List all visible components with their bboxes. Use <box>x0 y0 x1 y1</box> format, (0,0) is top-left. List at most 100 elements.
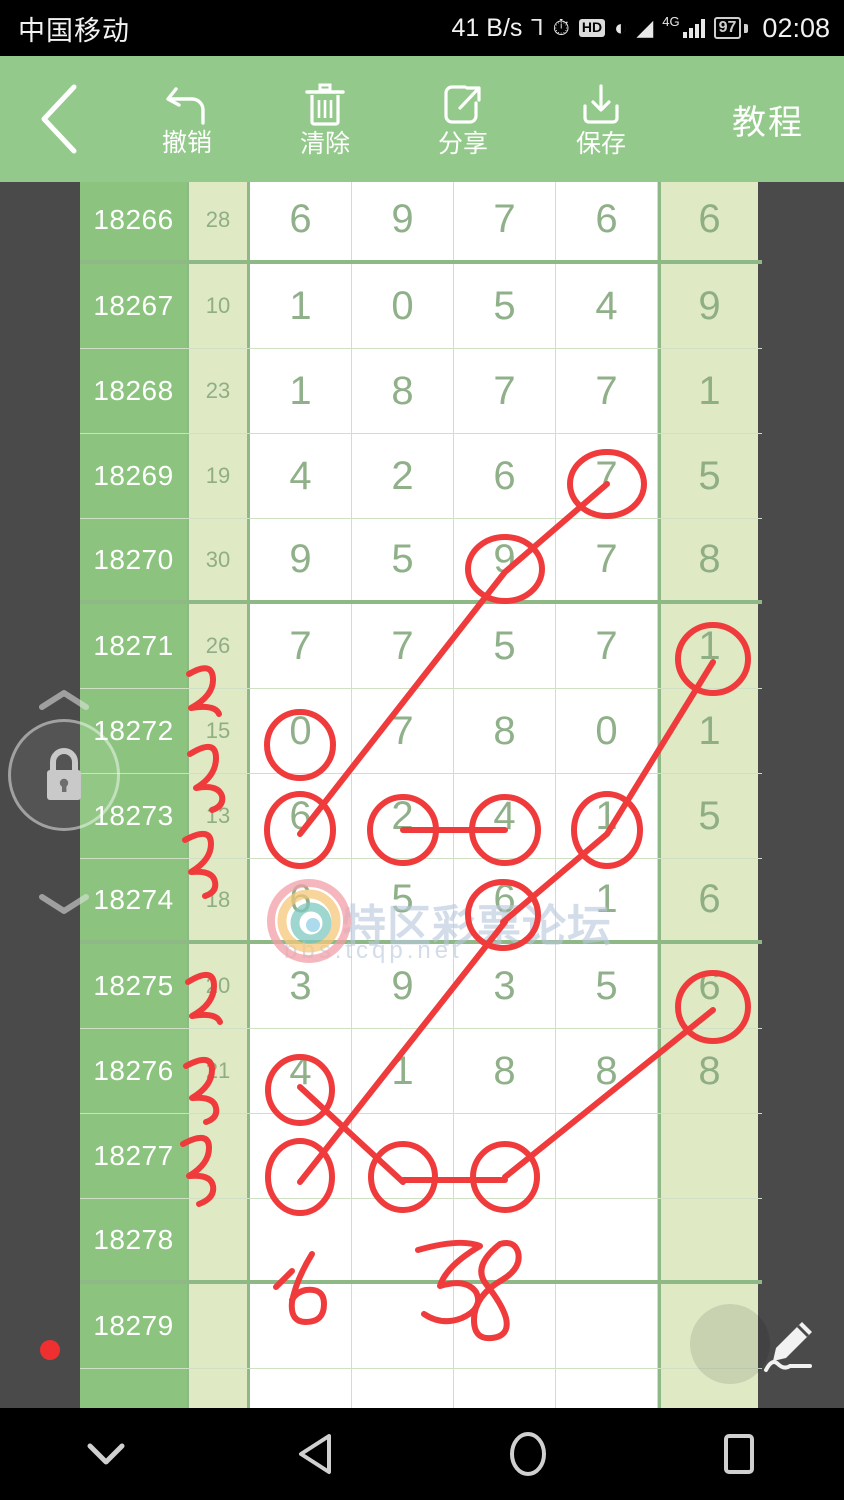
chevron-left-icon <box>41 84 77 154</box>
share-label: 分享 <box>437 129 488 158</box>
home-button-nav[interactable] <box>422 1408 633 1500</box>
back-button-nav[interactable] <box>211 1408 422 1500</box>
cell-digit-4 <box>556 1114 658 1198</box>
cell-digit-2 <box>352 1199 454 1280</box>
cell-issue: 18270 <box>80 519 187 600</box>
table-row[interactable]: 18266 28 6 9 7 6 6 <box>80 182 762 264</box>
home-circle-icon <box>509 1432 546 1476</box>
back-button[interactable] <box>0 56 118 182</box>
cell-digit-1: 4 <box>250 434 352 518</box>
table-row[interactable]: 18278 <box>80 1199 762 1284</box>
alarm-icon: ⏱ <box>552 15 570 40</box>
clock-label: 02:08 <box>762 12 830 43</box>
cell-sum: 30 <box>187 519 250 600</box>
cell-sum: 20 <box>187 944 250 1028</box>
cell-issue: 18277 <box>80 1114 187 1198</box>
clear-button[interactable]: 清除 <box>256 56 394 182</box>
cell-digit-3: 5 <box>454 604 556 688</box>
cell-digit-3: 8 <box>454 1029 556 1113</box>
hide-keyboard-button[interactable] <box>0 1408 211 1500</box>
table-row[interactable]: 18268 23 1 8 7 7 1 <box>80 349 762 434</box>
cell-digit-1 <box>250 1114 352 1198</box>
cell-digit-2: 2 <box>352 774 454 858</box>
cell-last: 6 <box>658 859 758 940</box>
cell-digit-2: 9 <box>352 944 454 1028</box>
recents-square-icon <box>723 1434 754 1474</box>
cell-digit-2: 8 <box>352 349 454 433</box>
cell-digit-3: 5 <box>454 264 556 348</box>
pen-tool-button[interactable] <box>690 1290 844 1398</box>
table-row[interactable]: 18269 19 4 2 6 7 5 <box>80 434 762 519</box>
table-row[interactable]: 18275 20 3 9 3 5 6 <box>80 944 762 1029</box>
current-color-indicator[interactable] <box>40 1340 60 1360</box>
save-button[interactable]: 保存 <box>532 56 670 182</box>
cell-digit-1: 1 <box>250 349 352 433</box>
table-row[interactable] <box>80 1369 762 1408</box>
cell-digit-2: 7 <box>352 604 454 688</box>
table-row[interactable]: 18270 30 9 5 9 7 8 <box>80 519 762 604</box>
wifi-icon: ◢ <box>636 15 654 40</box>
cell-last: 5 <box>658 774 758 858</box>
table-row[interactable]: 18267 10 1 0 5 4 9 <box>80 264 762 349</box>
eyecare-icon: ◐ <box>614 15 628 40</box>
cell-sum: 21 <box>187 1029 250 1113</box>
cell-digit-4 <box>556 1369 658 1408</box>
cell-digit-3 <box>454 1199 556 1280</box>
tutorial-button[interactable]: 教程 <box>732 95 804 144</box>
cell-digit-1: 4 <box>250 1029 352 1113</box>
cell-last: 8 <box>658 1029 758 1113</box>
save-label: 保存 <box>575 129 626 158</box>
cell-last: 6 <box>658 182 758 260</box>
battery-level-label: 97 <box>713 17 742 39</box>
cell-sum: 28 <box>187 182 250 260</box>
cell-sum: 13 <box>187 774 250 858</box>
cell-sum <box>187 1114 250 1198</box>
table-row[interactable]: 18276 21 4 1 8 8 8 <box>80 1029 762 1114</box>
lock-control[interactable] <box>4 687 122 917</box>
network-type-label: 4G <box>662 13 680 29</box>
cell-sum: 18 <box>187 859 250 940</box>
table-row[interactable]: 18272 15 0 7 8 0 1 <box>80 689 762 774</box>
drawing-stage[interactable]: 18266 28 6 9 7 6 6 18267 10 1 0 5 4 9 18268 23 1 8 7 7 1 1826… <box>0 182 844 1408</box>
share-button[interactable]: 分享 <box>394 56 532 182</box>
cell-digit-2: 2 <box>352 434 454 518</box>
cell-digit-1: 6 <box>250 859 352 940</box>
cell-digit-3: 8 <box>454 689 556 773</box>
cell-digit-1 <box>250 1284 352 1368</box>
recents-button-nav[interactable] <box>633 1408 844 1500</box>
cell-last <box>658 1114 758 1198</box>
hd-icon: HD <box>578 19 606 37</box>
cell-last: 1 <box>658 349 758 433</box>
cell-digit-1: 6 <box>250 774 352 858</box>
cell-digit-1: 0 <box>250 689 352 773</box>
cell-digit-1 <box>250 1199 352 1280</box>
cell-digit-3: 7 <box>454 182 556 260</box>
cell-sum: 26 <box>187 604 250 688</box>
undo-button[interactable]: 撤销 <box>118 56 256 182</box>
cell-issue: 18279 <box>80 1284 187 1368</box>
clear-label: 清除 <box>299 129 350 158</box>
cell-digit-3: 7 <box>454 349 556 433</box>
cell-last: 6 <box>658 944 758 1028</box>
cell-sum: 15 <box>187 689 250 773</box>
table-row[interactable]: 18271 26 7 7 5 7 1 <box>80 604 762 689</box>
cell-issue: 18267 <box>80 264 187 348</box>
cell-digit-4: 7 <box>556 349 658 433</box>
cell-digit-4: 6 <box>556 182 658 260</box>
cell-last: 9 <box>658 264 758 348</box>
lottery-table: 18266 28 6 9 7 6 6 18267 10 1 0 5 4 9 18268 23 1 8 7 7 1 1826… <box>80 182 762 1408</box>
cell-issue: 18275 <box>80 944 187 1028</box>
cell-digit-2: 5 <box>352 859 454 940</box>
share-icon <box>444 84 481 124</box>
chevron-up-icon[interactable] <box>38 687 90 713</box>
battery-cap-icon <box>744 23 749 33</box>
table-row[interactable]: 18279 <box>80 1284 762 1369</box>
table-row[interactable]: 18274 18 6 5 6 1 6 <box>80 859 762 944</box>
table-row[interactable]: 18273 13 6 2 4 1 5 <box>80 774 762 859</box>
cell-digit-1: 7 <box>250 604 352 688</box>
chevron-down-icon[interactable] <box>38 891 90 917</box>
cell-digit-1: 9 <box>250 519 352 600</box>
table-row[interactable]: 18277 <box>80 1114 762 1199</box>
lock-button[interactable] <box>8 719 120 831</box>
cell-last: 5 <box>658 434 758 518</box>
